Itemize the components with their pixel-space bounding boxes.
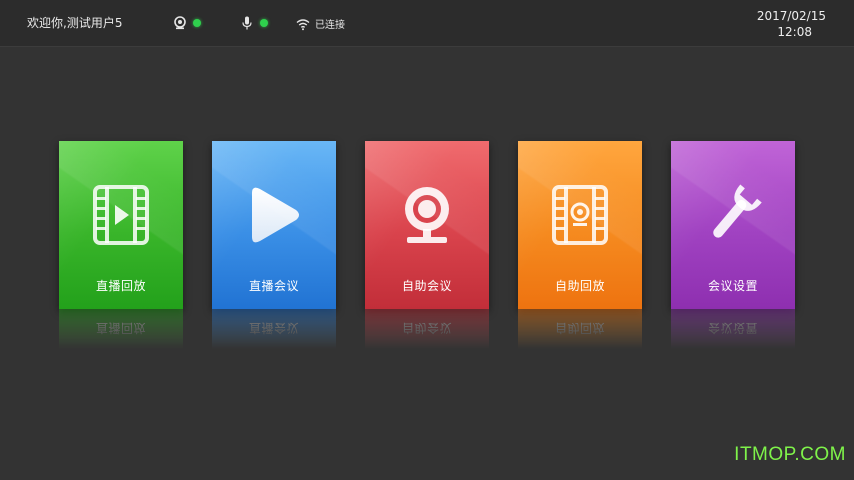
live-replay-label: 直播回放 xyxy=(95,279,146,293)
live-replay-reflection: 直播回放 xyxy=(59,309,183,349)
self-replay-reflection-label: 自助回放 xyxy=(554,321,605,335)
live-replay-tile[interactable]: 直播回放 xyxy=(59,141,183,309)
self-replay-tile[interactable]: 自助回放 xyxy=(518,141,642,309)
wrench-icon xyxy=(713,184,762,238)
live-meeting-reflection: 直播会议 xyxy=(212,309,336,349)
main-menu: 直播回放 直播回放 直播会议 直播会议 自助会议 自助会议 自助回放 自助回放 … xyxy=(0,0,854,480)
meeting-settings-reflection: 会议设置 xyxy=(671,309,795,349)
self-meeting-tile[interactable]: 自助会议 xyxy=(365,141,489,309)
meeting-settings-tile[interactable]: 会议设置 xyxy=(671,141,795,309)
tile-live-meeting-group: 直播会议 直播会议 xyxy=(212,141,336,349)
webcam-icon xyxy=(405,187,449,243)
live-replay-reflection-label: 直播回放 xyxy=(95,321,146,335)
watermark-text: ITMOP.COM xyxy=(734,444,846,465)
film-play-icon xyxy=(93,185,149,245)
live-meeting-tile[interactable]: 直播会议 xyxy=(212,141,336,309)
play-icon xyxy=(252,187,299,243)
self-meeting-reflection-label: 自助会议 xyxy=(401,321,452,335)
live-meeting-reflection-label: 直播会议 xyxy=(248,321,299,335)
meeting-settings-reflection-label: 会议设置 xyxy=(707,321,758,335)
self-replay-reflection: 自助回放 xyxy=(518,309,642,349)
tile-self-meeting-group: 自助会议 自助会议 xyxy=(365,141,489,349)
tile-meeting-settings-group: 会议设置 会议设置 xyxy=(671,141,795,349)
meeting-settings-label: 会议设置 xyxy=(707,279,758,293)
live-meeting-label: 直播会议 xyxy=(248,279,299,293)
film-webcam-icon xyxy=(552,185,608,245)
self-replay-label: 自助回放 xyxy=(554,279,605,293)
tile-live-replay-group: 直播回放 直播回放 xyxy=(59,141,183,349)
self-meeting-reflection: 自助会议 xyxy=(365,309,489,349)
tile-self-replay-group: 自助回放 自助回放 xyxy=(518,141,642,349)
self-meeting-label: 自助会议 xyxy=(401,279,452,293)
